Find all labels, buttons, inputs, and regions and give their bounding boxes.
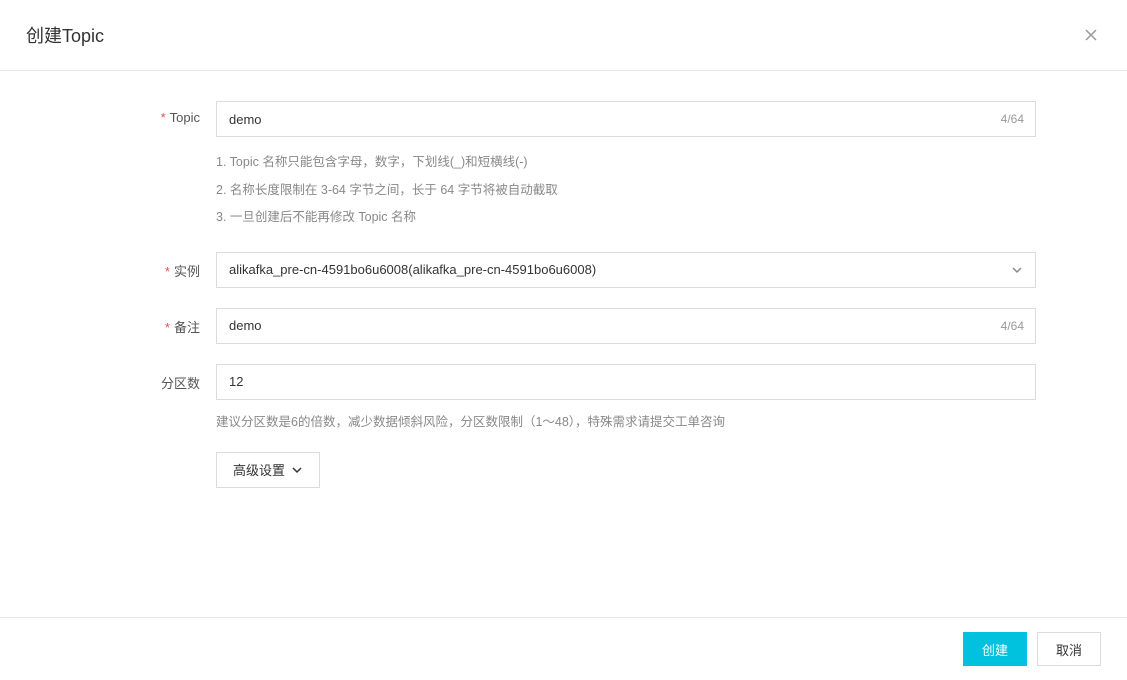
partitions-help-text: 建议分区数是6的倍数，减少数据倾斜风险，分区数限制（1～48），特殊需求请提交工… bbox=[216, 412, 1036, 432]
instance-label: *实例 bbox=[36, 252, 216, 280]
modal-footer: 创建 取消 bbox=[0, 617, 1127, 680]
partitions-input[interactable] bbox=[216, 364, 1036, 400]
partitions-label: 分区数 bbox=[36, 364, 216, 392]
cancel-button[interactable]: 取消 bbox=[1037, 632, 1101, 666]
form-row-topic: *Topic 4/64 1. Topic 名称只能包含字母，数字，下划线(_)和… bbox=[36, 101, 1091, 232]
instance-select[interactable]: alikafka_pre-cn-4591bo6u6008(alikafka_pr… bbox=[216, 252, 1036, 288]
advanced-settings-button[interactable]: 高级设置 bbox=[216, 452, 320, 488]
modal-header: 创建Topic bbox=[0, 0, 1127, 71]
form-row-remark: *备注 4/64 bbox=[36, 308, 1091, 344]
remark-char-counter: 4/64 bbox=[1001, 319, 1024, 333]
close-icon bbox=[1083, 27, 1099, 43]
form-row-instance: *实例 alikafka_pre-cn-4591bo6u6008(alikafk… bbox=[36, 252, 1091, 288]
form-row-advanced: 高级设置 bbox=[36, 452, 1091, 488]
topic-help-text: 1. Topic 名称只能包含字母，数字，下划线(_)和短横线(-) 2. 名称… bbox=[216, 149, 1036, 232]
close-button[interactable] bbox=[1081, 25, 1101, 45]
submit-button[interactable]: 创建 bbox=[963, 632, 1027, 666]
remark-label: *备注 bbox=[36, 308, 216, 336]
modal-title: 创建Topic bbox=[26, 22, 104, 48]
topic-char-counter: 4/64 bbox=[1001, 112, 1024, 126]
remark-input[interactable] bbox=[216, 308, 1036, 344]
topic-input[interactable] bbox=[216, 101, 1036, 137]
required-asterisk: * bbox=[161, 110, 166, 125]
modal-body: *Topic 4/64 1. Topic 名称只能包含字母，数字，下划线(_)和… bbox=[0, 71, 1127, 538]
required-asterisk: * bbox=[165, 264, 170, 279]
required-asterisk: * bbox=[165, 320, 170, 335]
form-row-partitions: 分区数 建议分区数是6的倍数，减少数据倾斜风险，分区数限制（1～48），特殊需求… bbox=[36, 364, 1091, 432]
topic-label: *Topic bbox=[36, 101, 216, 125]
chevron-down-icon bbox=[291, 464, 303, 476]
